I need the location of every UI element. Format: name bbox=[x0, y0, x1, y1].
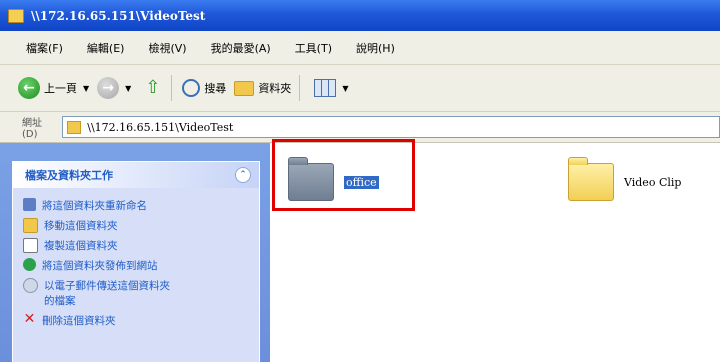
views-icon bbox=[314, 79, 337, 97]
menu-view[interactable]: 檢視(V) bbox=[148, 40, 186, 56]
task-publish-folder[interactable]: 將這個資料夾發佈到網站 bbox=[23, 258, 259, 273]
rename-icon bbox=[23, 198, 36, 211]
address-label: 網址(D) bbox=[22, 118, 42, 140]
task-email-folder[interactable]: 以電子郵件傳送這個資料夾的檔案 bbox=[23, 278, 259, 308]
task-rename-folder[interactable]: 將這個資料夾重新命名 bbox=[23, 198, 259, 213]
red-highlight-box bbox=[272, 139, 415, 211]
folder-item-video-clip[interactable]: Video Clip bbox=[568, 157, 682, 201]
address-value[interactable]: \\172.16.65.151\VideoTest bbox=[87, 121, 233, 134]
panel-title: 檔案及資料夾工作 bbox=[25, 169, 113, 182]
back-button[interactable]: ← 上一頁 ▼ bbox=[0, 73, 89, 103]
menu-edit[interactable]: 編輯(E) bbox=[87, 40, 125, 56]
file-folder-tasks-panel: 檔案及資料夾工作 ⌃ 將這個資料夾重新命名 移動這個資料夾 複製這個資料夾 將這… bbox=[12, 161, 260, 362]
back-arrow-icon: ← bbox=[18, 77, 40, 99]
panel-header[interactable]: 檔案及資料夾工作 ⌃ bbox=[13, 162, 259, 188]
email-icon bbox=[23, 278, 38, 293]
folders-button[interactable]: 資料夾 bbox=[226, 73, 291, 103]
explorer-window: \\172.16.65.151\VideoTest 檔案(F) 編輯(E) 檢視… bbox=[0, 0, 720, 362]
folder-name: Video Clip bbox=[624, 175, 682, 189]
collapse-chevron-icon[interactable]: ⌃ bbox=[235, 167, 251, 183]
menu-bar: 檔案(F) 編輯(E) 檢視(V) 我的最愛(A) 工具(T) 說明(H) bbox=[0, 31, 720, 65]
task-label: 將這個資料夾發佈到網站 bbox=[42, 260, 158, 272]
forward-button[interactable]: → ▼ bbox=[89, 73, 131, 103]
menu-file[interactable]: 檔案(F) bbox=[26, 40, 63, 56]
task-label: 將這個資料夾重新命名 bbox=[42, 200, 147, 212]
up-button[interactable]: ⇧ bbox=[131, 73, 163, 103]
task-pane: 檔案及資料夾工作 ⌃ 將這個資料夾重新命名 移動這個資料夾 複製這個資料夾 將這… bbox=[0, 143, 270, 362]
search-button[interactable]: 搜尋 bbox=[180, 73, 226, 103]
task-move-folder[interactable]: 移動這個資料夾 bbox=[23, 218, 259, 233]
up-folder-icon: ⇧ bbox=[145, 77, 161, 98]
task-label: 移動這個資料夾 bbox=[44, 220, 118, 232]
task-label: 刪除這個資料夾 bbox=[42, 315, 116, 327]
dropdown-arrow-icon[interactable]: ▼ bbox=[342, 84, 348, 93]
views-button[interactable]: ▼ bbox=[308, 73, 348, 103]
folders-label: 資料夾 bbox=[258, 82, 292, 95]
folders-icon bbox=[234, 80, 255, 96]
menu-favorites[interactable]: 我的最愛(A) bbox=[211, 40, 271, 56]
task-copy-folder[interactable]: 複製這個資料夾 bbox=[23, 238, 259, 253]
delete-x-icon: ✕ bbox=[23, 311, 36, 327]
toolbar-separator bbox=[299, 75, 301, 101]
move-folder-icon bbox=[23, 218, 38, 233]
search-icon bbox=[182, 79, 201, 97]
task-label: 複製這個資料夾 bbox=[44, 240, 118, 252]
globe-icon bbox=[23, 258, 36, 271]
task-label: 以電子郵件傳送這個資料夾的檔案 bbox=[44, 280, 170, 307]
title-bar[interactable]: \\172.16.65.151\VideoTest bbox=[0, 0, 720, 31]
folder-icon bbox=[568, 157, 614, 201]
toolbar: ← 上一頁 ▼ → ▼ ⇧ 搜尋 資料夾 ▼ bbox=[0, 65, 720, 112]
search-label: 搜尋 bbox=[204, 82, 227, 95]
forward-arrow-icon: → bbox=[97, 77, 120, 99]
folder-icon bbox=[8, 8, 24, 23]
address-field[interactable]: \\172.16.65.151\VideoTest bbox=[62, 116, 720, 138]
menu-help[interactable]: 說明(H) bbox=[356, 40, 395, 56]
toolbar-separator bbox=[171, 75, 173, 101]
task-delete-folder[interactable]: ✕ 刪除這個資料夾 bbox=[23, 311, 259, 328]
back-label: 上一頁 bbox=[44, 82, 77, 95]
copy-icon bbox=[23, 238, 38, 253]
network-folder-icon bbox=[67, 120, 82, 134]
window-title: \\172.16.65.151\VideoTest bbox=[31, 8, 206, 23]
menu-tools[interactable]: 工具(T) bbox=[295, 40, 332, 56]
